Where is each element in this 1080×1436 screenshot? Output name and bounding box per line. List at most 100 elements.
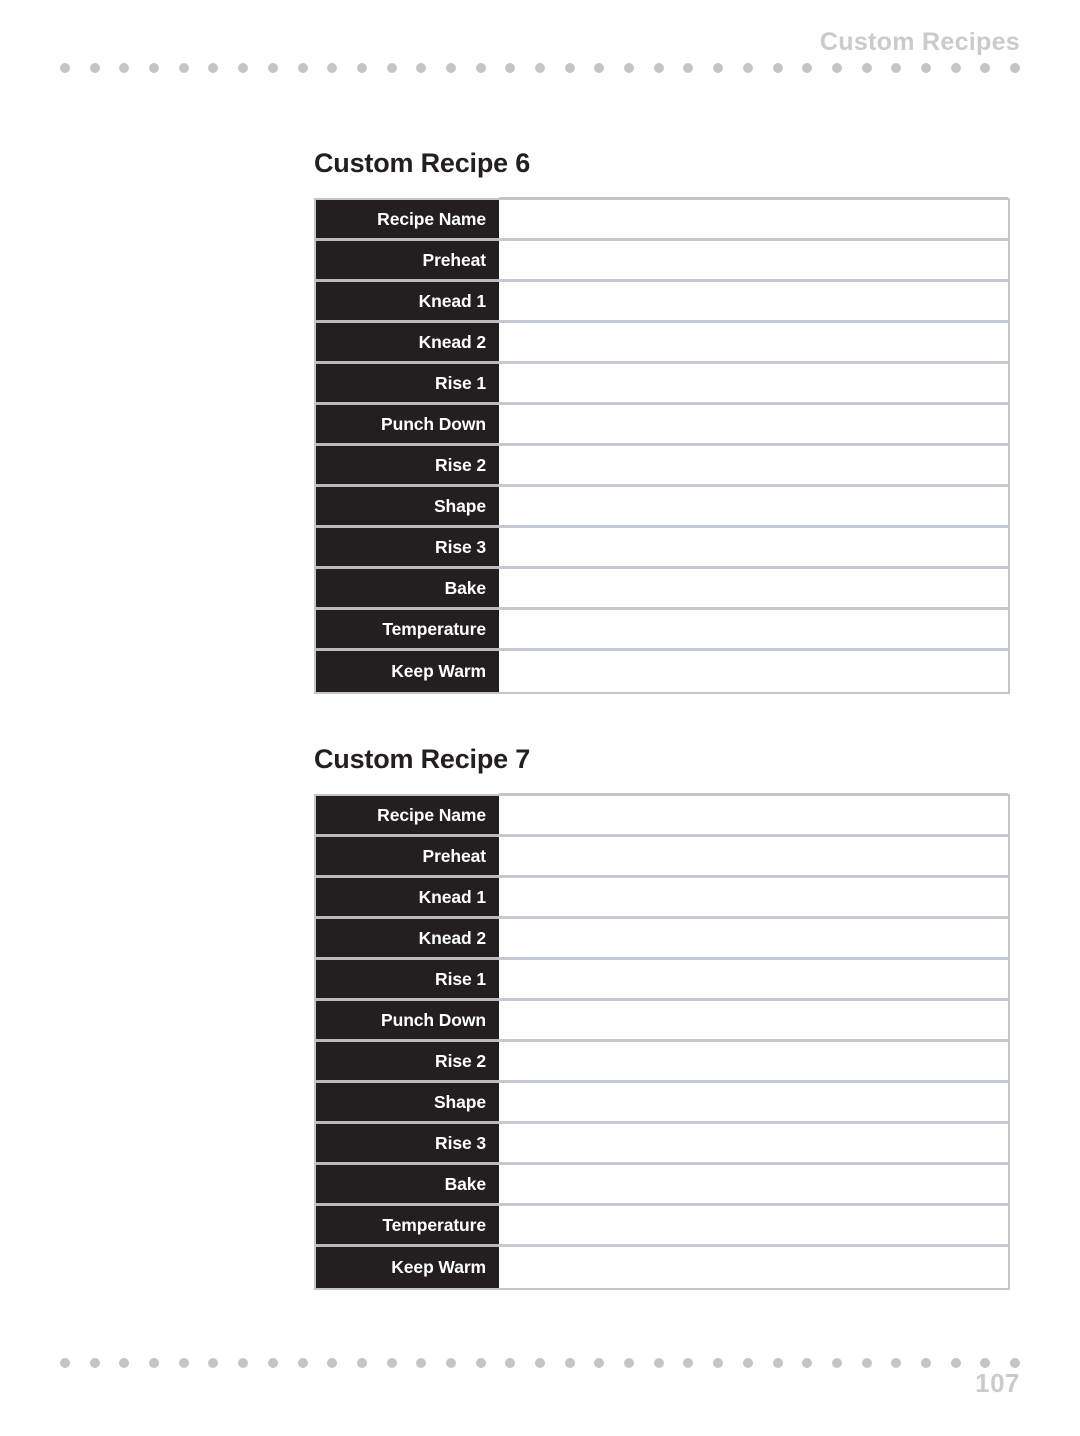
- recipe-field-label: Keep Warm: [316, 1247, 499, 1288]
- recipe-field-input[interactable]: [499, 793, 1008, 837]
- decorative-dot: [327, 63, 338, 73]
- recipe-field-input[interactable]: [499, 446, 1008, 487]
- decorative-dot: [772, 63, 783, 73]
- recipe-row: Knead 2: [316, 323, 1008, 364]
- decorative-dot: [267, 63, 278, 73]
- recipe-field-input[interactable]: [499, 282, 1008, 323]
- decorative-dot: [920, 1358, 931, 1368]
- recipe-row: Recipe Name: [316, 793, 1008, 837]
- recipe-row: Knead 2: [316, 919, 1008, 960]
- recipe-field-label: Recipe Name: [316, 796, 499, 837]
- recipe-field-input[interactable]: [499, 1165, 1008, 1206]
- decorative-dot: [713, 63, 724, 73]
- decorative-dot: [950, 1358, 961, 1368]
- recipe-field-label: Bake: [316, 569, 499, 610]
- decorative-dot: [742, 63, 753, 73]
- decorative-dot: [802, 63, 813, 73]
- decorative-dot: [653, 1358, 664, 1368]
- recipe-field-input[interactable]: [499, 405, 1008, 446]
- decorative-dot: [891, 1358, 902, 1368]
- recipe-field-label: Preheat: [316, 837, 499, 878]
- recipe-field-label: Punch Down: [316, 405, 499, 446]
- decorative-dot: [742, 1358, 753, 1368]
- decorative-dot: [1010, 63, 1020, 73]
- decorative-dot: [416, 1358, 427, 1368]
- decorative-dot: [980, 63, 991, 73]
- decorative-dot: [238, 63, 249, 73]
- decorative-dot: [238, 1358, 249, 1368]
- recipe-field-input[interactable]: [499, 878, 1008, 919]
- recipe-row: Keep Warm: [316, 1247, 1008, 1288]
- recipe-row: Temperature: [316, 1206, 1008, 1247]
- recipe-field-label: Preheat: [316, 241, 499, 282]
- recipe-field-input[interactable]: [499, 1247, 1008, 1288]
- recipe-field-input[interactable]: [499, 919, 1008, 960]
- decorative-dot: [386, 1358, 397, 1368]
- page: Custom Recipes Custom Recipe 6 Recipe Na…: [0, 0, 1080, 1436]
- recipe-field-input[interactable]: [499, 610, 1008, 651]
- recipe-field-label: Rise 2: [316, 446, 499, 487]
- decorative-dot: [475, 1358, 486, 1368]
- recipe-field-input[interactable]: [499, 1206, 1008, 1247]
- recipe-field-input[interactable]: [499, 1124, 1008, 1165]
- recipe-field-input[interactable]: [499, 569, 1008, 610]
- recipe-field-label: Rise 3: [316, 1124, 499, 1165]
- recipe-row: Bake: [316, 1165, 1008, 1206]
- recipe-field-input[interactable]: [499, 241, 1008, 282]
- decorative-dot: [564, 63, 575, 73]
- recipe-field-input[interactable]: [499, 837, 1008, 878]
- decorative-dot: [475, 63, 486, 73]
- decorative-dot: [1010, 1358, 1020, 1368]
- recipe-field-input[interactable]: [499, 960, 1008, 1001]
- decorative-dot: [386, 63, 397, 73]
- decorative-dot: [861, 63, 872, 73]
- recipe-row: Knead 1: [316, 282, 1008, 323]
- recipe-field-input[interactable]: [499, 323, 1008, 364]
- decorative-dot: [594, 63, 605, 73]
- recipe-field-label: Rise 1: [316, 960, 499, 1001]
- recipe-field-label: Rise 3: [316, 528, 499, 569]
- recipe-field-input[interactable]: [499, 651, 1008, 692]
- recipe-row: Preheat: [316, 241, 1008, 282]
- decorative-dot: [980, 1358, 991, 1368]
- recipe-field-input[interactable]: [499, 197, 1008, 241]
- decorative-dot: [831, 63, 842, 73]
- recipe-field-input[interactable]: [499, 528, 1008, 569]
- decorative-dot: [89, 63, 100, 73]
- decorative-dot: [208, 1358, 219, 1368]
- recipe-form-table: Recipe Name Preheat Knead 1 Knead 2 Rise 1 Pu…: [314, 197, 1010, 694]
- recipe-field-label: Rise 1: [316, 364, 499, 405]
- decorative-dot: [920, 63, 931, 73]
- decorative-dot: [891, 63, 902, 73]
- recipe-field-input[interactable]: [499, 1001, 1008, 1042]
- recipe-form-table: Recipe Name Preheat Knead 1 Knead 2 Rise 1 Pu…: [314, 793, 1010, 1290]
- decorative-dot: [119, 63, 130, 73]
- recipe-row: Preheat: [316, 837, 1008, 878]
- decorative-dot: [89, 1358, 100, 1368]
- recipe-field-label: Rise 2: [316, 1042, 499, 1083]
- decorative-dot: [653, 63, 664, 73]
- recipe-field-input[interactable]: [499, 487, 1008, 528]
- recipe-field-label: Knead 2: [316, 323, 499, 364]
- recipe-field-input[interactable]: [499, 1042, 1008, 1083]
- running-header-title: Custom Recipes: [819, 28, 1020, 56]
- decorative-dot: [149, 63, 160, 73]
- recipe-row: Rise 3: [316, 1124, 1008, 1165]
- decorative-dot: [178, 63, 189, 73]
- decorative-dot: [950, 63, 961, 73]
- recipe-field-input[interactable]: [499, 364, 1008, 405]
- decorative-dot: [713, 1358, 724, 1368]
- recipe-row: Punch Down: [316, 405, 1008, 446]
- recipe-row: Knead 1: [316, 878, 1008, 919]
- recipe-row: Recipe Name: [316, 197, 1008, 241]
- decorative-dot: [594, 1358, 605, 1368]
- decorative-dot: [416, 63, 427, 73]
- decorative-dot: [60, 1358, 70, 1368]
- decorative-dot: [861, 1358, 872, 1368]
- recipe-field-input[interactable]: [499, 1083, 1008, 1124]
- decorative-dot: [505, 63, 516, 73]
- recipe-field-label: Bake: [316, 1165, 499, 1206]
- decorative-dot: [297, 63, 308, 73]
- recipe-field-label: Knead 1: [316, 878, 499, 919]
- decorative-dot: [535, 1358, 545, 1368]
